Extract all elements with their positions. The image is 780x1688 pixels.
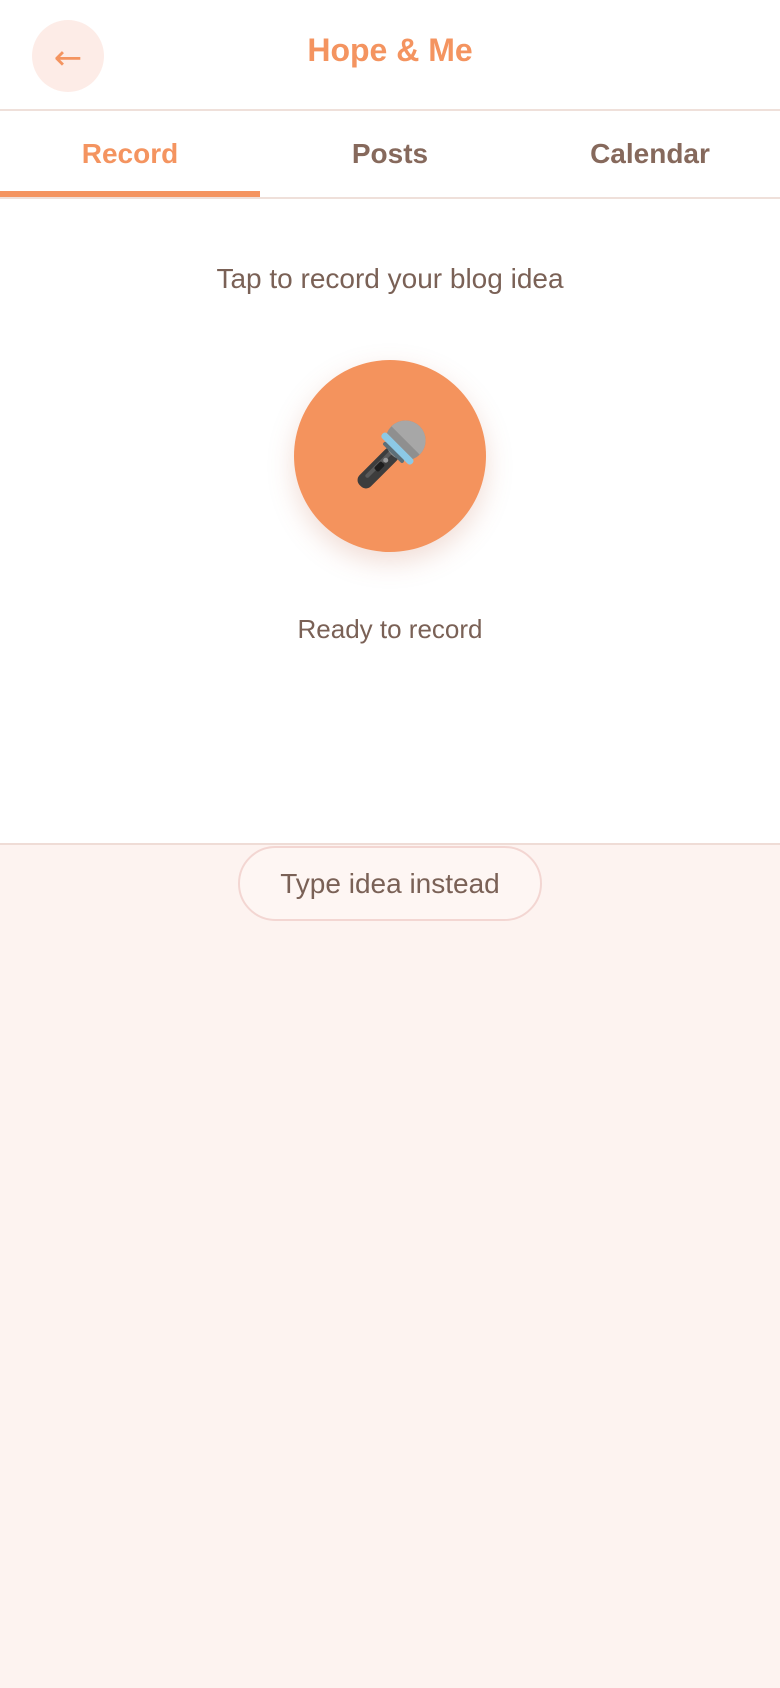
tab-calendar[interactable]: Calendar — [520, 111, 780, 197]
record-panel: Tap to record your blog idea Ready to re… — [0, 199, 780, 845]
app-root: ← Hope & Me Record Posts Calendar Tap to… — [0, 0, 780, 1688]
record-mic-button[interactable] — [294, 360, 486, 552]
tab-calendar-label: Calendar — [590, 138, 710, 169]
tab-posts[interactable]: Posts — [260, 111, 520, 197]
record-status: Ready to record — [297, 614, 483, 644]
type-idea-button[interactable]: Type idea instead — [238, 846, 542, 921]
app-title: Hope & Me — [307, 32, 473, 68]
tab-record-label: Record — [81, 138, 179, 169]
microphone-icon — [357, 420, 426, 489]
record-prompt: Tap to record your blog idea — [216, 263, 564, 294]
tab-posts-label: Posts — [351, 138, 429, 169]
app-header: ← Hope & Me — [0, 0, 780, 111]
tab-record[interactable]: Record — [0, 111, 260, 197]
tab-bar: Record Posts Calendar — [0, 111, 780, 199]
